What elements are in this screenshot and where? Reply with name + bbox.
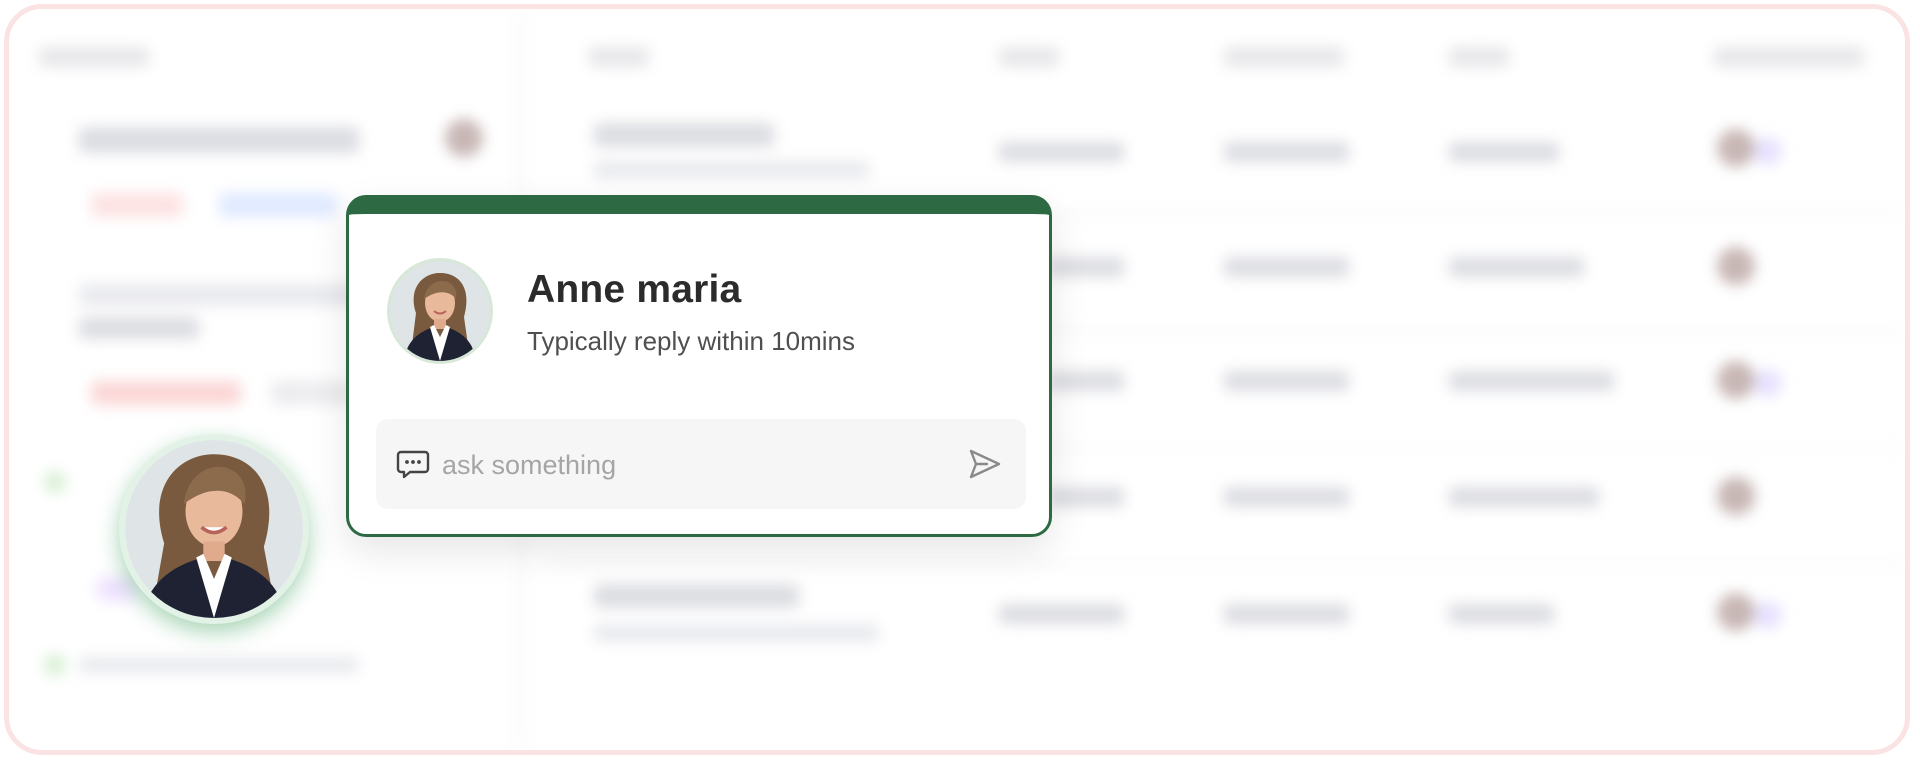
chat-bubble-icon <box>396 450 430 479</box>
agent-avatar <box>387 258 493 364</box>
agent-photo-icon <box>390 261 490 361</box>
ask-input[interactable] <box>440 419 944 511</box>
chat-popup: Anne maria Typically reply within 10mins <box>346 195 1052 537</box>
reply-time-status: Typically reply within 10mins <box>527 326 856 356</box>
agent-name: Anne maria <box>527 268 742 311</box>
agent-photo-icon <box>125 440 303 618</box>
message-composer <box>376 419 1026 511</box>
app-frame: Anne maria Typically reply within 10mins <box>4 4 1910 755</box>
chat-launcher-avatar[interactable] <box>119 434 309 624</box>
send-icon[interactable] <box>968 447 1002 481</box>
